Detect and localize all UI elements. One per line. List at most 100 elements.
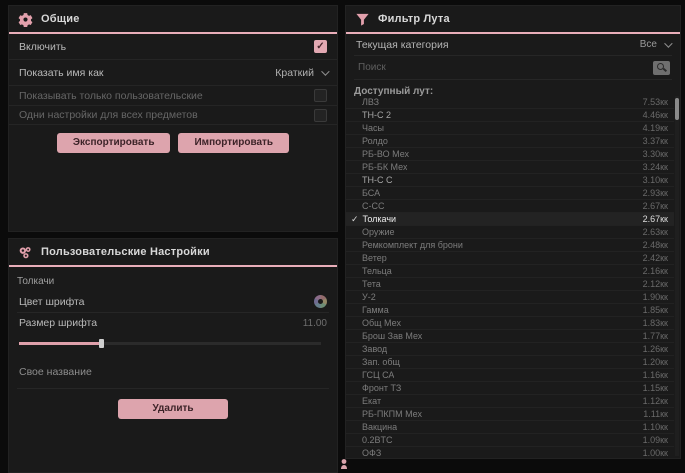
loot-list-item[interactable]: ✓ Тельца 2.16кк <box>346 265 674 278</box>
enable-label: Включить <box>19 41 66 53</box>
funnel-icon <box>355 12 370 27</box>
enable-checkbox[interactable] <box>314 40 327 53</box>
gear-icon <box>18 12 33 27</box>
chevron-down-icon <box>664 39 672 47</box>
same-settings-checkbox[interactable] <box>314 109 327 122</box>
loot-item-value: 1.15кк <box>643 383 668 393</box>
loot-list-item[interactable]: ✓ Ремкомплект для брони 2.48кк <box>346 239 674 252</box>
import-button[interactable]: Импортировать <box>178 133 289 153</box>
font-size-row: Размер шрифта 11.00 <box>17 313 329 333</box>
loot-list-item[interactable]: ✓ Екат 1.12кк <box>346 395 674 408</box>
loot-item-value: 1.12кк <box>643 396 668 406</box>
loot-item-value: 1.11кк <box>643 409 668 419</box>
name-mode-label: Показать имя как <box>19 67 104 79</box>
loot-item-value: 1.77кк <box>643 331 668 341</box>
loot-list-item[interactable]: ✓ БСА 2.93кк <box>346 187 674 200</box>
loot-list-item[interactable]: ✓ Общ Мех 1.83кк <box>346 317 674 330</box>
only-custom-label: Показывать только пользовательские <box>19 90 203 102</box>
loot-list-item[interactable]: ✓ Оружие 2.63кк <box>346 226 674 239</box>
loot-item-name: Тельца <box>362 266 392 276</box>
mod-settings-overlay: Общие Включить Показать имя как Краткий … <box>0 0 685 473</box>
font-size-value: 11.00 <box>303 318 327 329</box>
import-export-row: Экспортировать Импортировать <box>9 133 337 153</box>
loot-list-item[interactable]: ✓ У-2 1.90кк <box>346 291 674 304</box>
loot-item-name: ГСЦ СА <box>362 370 394 380</box>
loot-item-name: Толкачи <box>363 214 397 224</box>
loot-list-item[interactable]: ✓ 0.2BTC 1.09кк <box>346 434 674 447</box>
loot-item-name: Фронт ТЗ <box>362 383 401 393</box>
search-icon[interactable] <box>653 61 670 75</box>
name-mode-select[interactable]: Краткий <box>275 67 327 79</box>
loot-list-item[interactable]: ✓ РБ-ПКПМ Мех 1.11кк <box>346 408 674 421</box>
search-row <box>354 56 672 80</box>
selected-item-name: Толкачи <box>9 267 337 291</box>
loot-list-item[interactable]: ✓ Зап. общ 1.20кк <box>346 356 674 369</box>
loot-list-item[interactable]: ✓ Фронт ТЗ 1.15кк <box>346 382 674 395</box>
scrollbar-thumb[interactable] <box>675 98 679 120</box>
loot-list-item[interactable]: ✓ Часы 4.19кк <box>346 122 674 135</box>
font-color-row: Цвет шрифта <box>17 291 329 313</box>
loot-list-item[interactable]: ✓ Вакцина 1.10кк <box>346 421 674 434</box>
font-size-slider[interactable] <box>19 339 327 348</box>
loot-item-value: 1.26кк <box>643 344 668 354</box>
name-mode-row: Показать имя как Краткий <box>9 60 337 86</box>
loot-list-item[interactable]: ✓ Брош Зав Мех 1.77кк <box>346 330 674 343</box>
loot-item-name: Вакцина <box>362 422 397 432</box>
loot-item-value: 2.67кк <box>643 201 668 211</box>
loot-item-name: Оружие <box>362 227 395 237</box>
loot-item-value: 1.09кк <box>643 435 668 445</box>
loot-list-item[interactable]: ✓ РБ-БК Мех 3.24кк <box>346 161 674 174</box>
loot-item-value: 1.16кк <box>643 370 668 380</box>
loot-item-value: 1.90кк <box>643 292 668 302</box>
loot-item-value: 3.37кк <box>643 136 668 146</box>
loot-item-name: Ветер <box>362 253 387 263</box>
font-size-label: Размер шрифта <box>19 317 97 329</box>
loot-list-item[interactable]: ✓ ТН-С С 3.10кк <box>346 174 674 187</box>
loot-item-value: 2.67кк <box>643 214 668 224</box>
general-settings-panel: Общие Включить Показать имя как Краткий … <box>8 5 338 232</box>
loot-item-name: РБ-ВО Мех <box>362 149 409 159</box>
slider-thumb[interactable] <box>99 339 104 348</box>
loot-item-name: ТН-С 2 <box>362 110 391 120</box>
loot-item-name: Общ Мех <box>362 318 401 328</box>
font-color-label: Цвет шрифта <box>19 296 85 308</box>
loot-list-item[interactable]: ✓ ЛВЗ 7.53кк <box>346 96 674 109</box>
loot-item-value: 1.85кк <box>643 305 668 315</box>
loot-item-value: 3.10кк <box>643 175 668 185</box>
loot-list-item[interactable]: ✓ Гамма 1.85кк <box>346 304 674 317</box>
loot-item-name: Ролдо <box>362 136 388 146</box>
enable-row: Включить <box>9 34 337 60</box>
color-wheel-icon[interactable] <box>314 295 327 308</box>
export-button[interactable]: Экспортировать <box>57 133 171 153</box>
loot-item-value: 2.93кк <box>643 188 668 198</box>
custom-settings-panel: Пользовательские Настройки Толкачи Цвет … <box>8 238 338 473</box>
loot-list-item[interactable]: ✓ РБ-ВО Мех 3.30кк <box>346 148 674 161</box>
gears-icon <box>18 245 33 260</box>
loot-item-value: 2.42кк <box>643 253 668 263</box>
loot-list-item[interactable]: ✓ Тета 2.12кк <box>346 278 674 291</box>
loot-list-item[interactable]: ✓ Ролдо 3.37кк <box>346 135 674 148</box>
loot-list-item[interactable]: ✓ С-СС 2.67кк <box>346 200 674 213</box>
loot-item-name: Тета <box>362 279 381 289</box>
loot-item-name: Брош Зав Мех <box>362 331 422 341</box>
loot-list-item[interactable]: ✓ Ветер 2.42кк <box>346 252 674 265</box>
loot-list-item[interactable]: ✓ Завод 1.26кк <box>346 343 674 356</box>
loot-list-item[interactable]: ✓ Толкачи 2.67кк <box>346 213 674 226</box>
delete-button[interactable]: Удалить <box>118 399 227 419</box>
loot-item-value: 2.12кк <box>643 279 668 289</box>
loot-item-name: Гамма <box>362 305 389 315</box>
category-select[interactable]: Все <box>640 39 670 50</box>
name-mode-value: Краткий <box>275 67 314 79</box>
loot-item-value: 2.48кк <box>643 240 668 250</box>
only-custom-checkbox[interactable] <box>314 89 327 102</box>
loot-list-item[interactable]: ✓ ГСЦ СА 1.16кк <box>346 369 674 382</box>
loot-list-item[interactable]: ✓ ТН-С 2 4.46кк <box>346 109 674 122</box>
loot-item-value: 4.46кк <box>643 110 668 120</box>
custom-name-label: Свое название <box>19 366 92 378</box>
custom-name-row[interactable]: Свое название <box>17 356 329 389</box>
search-input[interactable] <box>356 61 653 74</box>
loot-list-item[interactable]: ✓ ОФЗ 1.00кк <box>346 447 674 458</box>
overlay-anchor-icon[interactable] <box>339 458 349 470</box>
loot-list-scrollbar[interactable] <box>675 96 679 456</box>
filter-panel-title: Фильтр Лута <box>378 13 450 25</box>
